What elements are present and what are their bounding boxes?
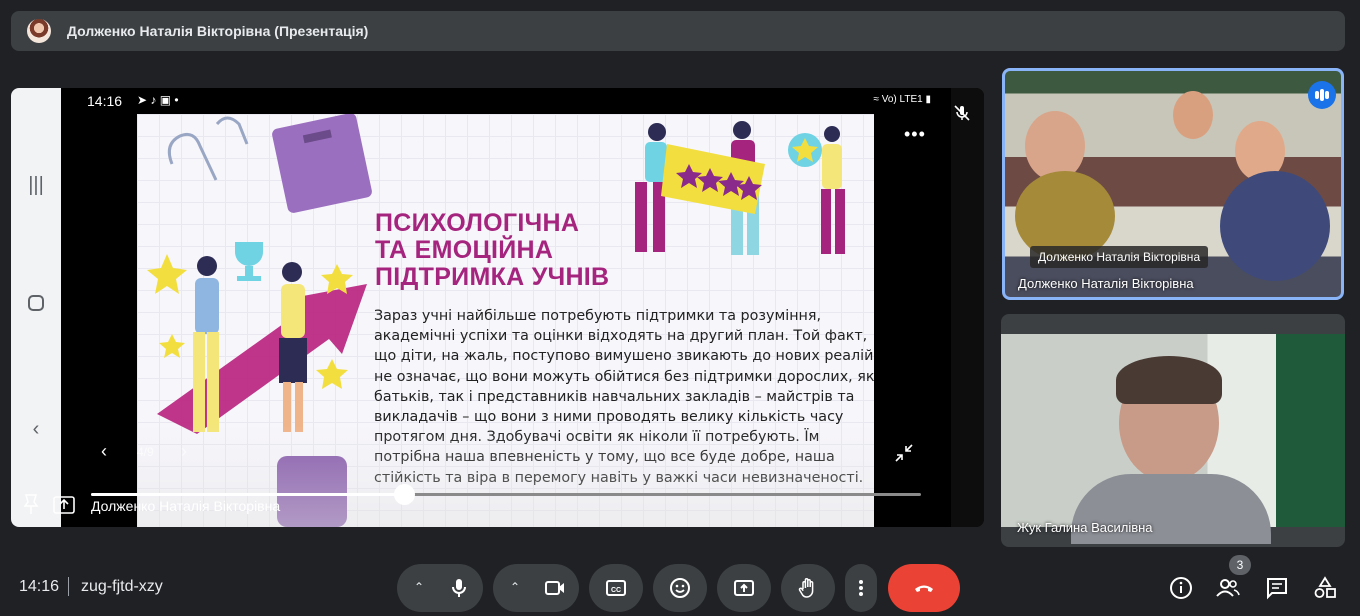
person-icon [197, 256, 217, 276]
raise-hand-button[interactable] [781, 564, 835, 612]
microphone-control[interactable]: ⌃ [397, 564, 483, 612]
camera-options-chevron-icon[interactable]: ⌃ [510, 580, 520, 594]
participant-name: Долженко Наталія Вікторівна [1018, 276, 1194, 291]
next-slide-button[interactable]: › [181, 441, 187, 462]
mic-off-icon [954, 105, 970, 121]
participant-name: Жук Галина Василівна [1017, 520, 1153, 535]
more-vert-icon[interactable] [850, 577, 872, 599]
speaking-indicator-icon [1308, 81, 1336, 109]
slide-progress-slider[interactable] [91, 484, 921, 505]
notebook-icon [272, 114, 372, 213]
collapse-icon[interactable] [894, 443, 914, 463]
svg-text:CC: CC [611, 587, 621, 594]
phone-navigation-bar: ||| ‹ [11, 88, 61, 527]
more-options-button[interactable] [845, 564, 877, 612]
signal-indicators: ≈ Vo) LTE1 ▮ [873, 94, 931, 105]
present-screen-button[interactable] [717, 564, 771, 612]
pin-icon[interactable] [23, 493, 39, 515]
star-icon [316, 359, 348, 389]
battery-icon: ▮ [925, 94, 931, 105]
end-call-icon[interactable] [913, 577, 935, 599]
captions-button[interactable]: CC [589, 564, 643, 612]
star-icon [147, 254, 187, 294]
activities-icon[interactable] [1312, 575, 1338, 601]
star-icon [159, 334, 185, 358]
slide-counter: 4/9 [137, 445, 154, 459]
progress-handle[interactable] [393, 484, 415, 505]
paperclip-icon [167, 132, 218, 181]
presentation-slide: ПСИХОЛОГІЧНА ТА ЕМОЦІЙНА ПІДТРИМКА УЧНІВ… [137, 114, 874, 527]
meeting-code: zug-fjtd-xzy [81, 578, 163, 595]
presenter-bar: Долженко Наталія Вікторівна (Презентація… [11, 11, 1345, 51]
slide-title: ПСИХОЛОГІЧНА ТА ЕМОЦІЙНА ПІДТРИМКА УЧНІВ [375, 209, 610, 291]
participant-body [1220, 171, 1330, 281]
participant-face [1173, 91, 1213, 139]
participant-face [1025, 111, 1085, 181]
person-icon [282, 262, 302, 282]
mic-options-chevron-icon[interactable]: ⌃ [414, 580, 424, 594]
notification-icons: ➤ ♪ ▣ • [137, 93, 179, 107]
chat-icon[interactable] [1264, 575, 1290, 601]
wifi-icon: ≈ [873, 94, 879, 105]
phone-time: 14:16 [87, 93, 123, 109]
back-icon: ‹ [32, 418, 40, 440]
divider [68, 577, 69, 596]
participant-video [1001, 334, 1345, 544]
stage-presenter-name: Долженко Наталія Вікторівна [91, 498, 281, 514]
growth-arrow-icon [157, 284, 367, 434]
meeting-info-icon[interactable] [1168, 575, 1194, 601]
participant-tile-zhuk[interactable]: Жук Галина Василівна [1001, 314, 1345, 547]
home-icon [11, 294, 61, 318]
presenter-avatar [27, 19, 51, 43]
leave-call-button[interactable] [888, 564, 960, 612]
camera-control[interactable]: ⌃ [493, 564, 579, 612]
meeting-clock: 14:16 [19, 578, 60, 595]
previous-slide-button[interactable]: ‹ [101, 441, 107, 462]
emoji-icon[interactable] [669, 577, 691, 599]
phone-status-bar: 14:16 ➤ ♪ ▣ • ≈ Vo) LTE1 ▮ [61, 88, 951, 114]
progress-fill [91, 493, 404, 496]
participant-tile-dolzhenko[interactable]: Долженко Наталія Вікторівна Долженко Нат… [1002, 68, 1344, 300]
trophy-icon [235, 242, 263, 266]
recent-apps-icon: ||| [28, 174, 44, 196]
cup-icon [277, 456, 347, 527]
phone-right-edge [951, 88, 984, 527]
people-icon[interactable] [1215, 575, 1241, 601]
presenter-title: Долженко Наталія Вікторівна (Презентація… [67, 23, 369, 39]
person-icon [733, 121, 751, 139]
presentation-icon [53, 496, 75, 514]
reactions-button[interactable] [653, 564, 707, 612]
paperclip-icon [215, 116, 249, 145]
person-icon [824, 126, 840, 142]
present-screen-icon[interactable] [733, 577, 755, 599]
hand-icon[interactable] [797, 577, 819, 599]
microphone-icon[interactable] [448, 577, 470, 599]
participant-hover-label: Долженко Наталія Вікторівна [1030, 246, 1209, 268]
presentation-stage[interactable]: ||| ‹ 14:16 ➤ ♪ ▣ • ≈ Vo) LTE1 ▮ ••• ПСИ… [11, 88, 984, 527]
person-icon [648, 123, 666, 141]
captions-icon[interactable]: CC [605, 577, 627, 599]
people-count-badge: 3 [1229, 555, 1251, 575]
participant-hair [1116, 356, 1222, 404]
stage-more-options-icon[interactable]: ••• [904, 124, 926, 145]
camera-icon[interactable] [544, 577, 566, 599]
slide-body-text: Зараз учні найбільше потребують підтримк… [374, 308, 874, 486]
